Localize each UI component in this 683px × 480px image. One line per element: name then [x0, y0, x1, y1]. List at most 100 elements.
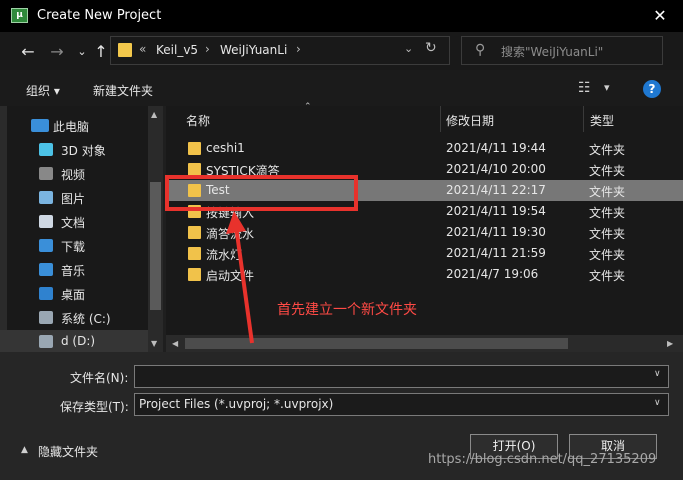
desktop-icon — [39, 287, 53, 300]
history-dropdown-icon[interactable]: ⌄ — [404, 42, 413, 55]
file-name: 滴答流水 — [206, 227, 255, 241]
scroll-up-icon[interactable]: ▲ — [151, 110, 157, 119]
sidebar-item[interactable]: 下载 — [0, 234, 148, 258]
search-placeholder: 搜索"WeiJiYuanLi" — [501, 45, 604, 59]
forward-button[interactable]: → — [47, 42, 67, 62]
filetype-label: 保存类型(T): — [60, 400, 129, 414]
new-folder-button[interactable]: 新建文件夹 — [93, 82, 153, 99]
table-row[interactable]: ceshi1 2021/4/11 19:44 文件夹 — [166, 138, 683, 159]
column-divider[interactable] — [583, 106, 584, 132]
sidebar-item[interactable]: 此电脑 — [0, 114, 148, 138]
sidebar-item-label: 音乐 — [61, 264, 86, 278]
search-icon: ⚲ — [475, 42, 486, 58]
sidebar-item[interactable]: 3D 对象 — [0, 138, 148, 162]
filetype-value: Project Files (*.uvproj; *.uvprojx) — [139, 397, 334, 411]
hide-folders-toggle[interactable]: 隐藏文件夹 — [38, 443, 98, 460]
video-icon — [39, 167, 53, 180]
folder-icon — [188, 268, 201, 281]
sidebar-item[interactable]: 桌面 — [0, 282, 148, 306]
file-date: 2021/4/11 22:17 — [446, 183, 546, 197]
column-header-name[interactable]: 名称 — [186, 112, 210, 129]
computer-icon — [31, 119, 49, 132]
folder-icon — [118, 43, 132, 57]
scroll-down-icon[interactable]: ▼ — [151, 339, 157, 348]
sidebar-item[interactable]: 视频 — [0, 162, 148, 186]
file-type: 文件夹 — [589, 185, 626, 199]
drive-icon — [39, 335, 53, 348]
table-row[interactable]: 滴答流水 2021/4/11 19:30 文件夹 — [166, 222, 683, 243]
filename-label: 文件名(N): — [70, 371, 129, 385]
file-type: 文件夹 — [589, 206, 626, 220]
folder-icon — [188, 226, 201, 239]
sidebar-item[interactable]: 文档 — [0, 210, 148, 234]
breadcrumb-separator[interactable]: › — [296, 42, 301, 56]
drive-icon — [39, 311, 53, 324]
watermark-text: https://blog.csdn.net/qq_27135209 — [428, 452, 657, 467]
back-button[interactable]: ← — [18, 42, 38, 62]
close-button[interactable]: ✕ — [646, 4, 674, 28]
organize-menu[interactable]: 组织 ▾ — [26, 82, 60, 99]
file-name: ceshi1 — [206, 141, 245, 155]
window-title: Create New Project — [37, 8, 162, 23]
column-header-date[interactable]: 修改日期 — [446, 112, 494, 129]
download-icon — [39, 239, 53, 252]
breadcrumb-weijiyuanli[interactable]: WeiJiYuanLi — [220, 43, 287, 57]
scroll-right-icon[interactable]: ▶ — [667, 339, 673, 348]
file-type: 文件夹 — [589, 248, 626, 262]
file-date: 2021/4/11 21:59 — [446, 246, 546, 260]
file-type: 文件夹 — [589, 269, 626, 283]
file-date: 2021/4/11 19:30 — [446, 225, 546, 239]
keil-app-icon: μ — [11, 8, 28, 23]
up-button[interactable]: ↑ — [91, 42, 111, 62]
file-name: 流水灯 — [206, 248, 243, 262]
help-icon[interactable]: ? — [643, 80, 661, 98]
sidebar-item[interactable]: 图片 — [0, 186, 148, 210]
table-row[interactable]: 启动文件 2021/4/7 19:06 文件夹 — [166, 264, 683, 285]
sidebar-item-label: 图片 — [61, 192, 86, 206]
collapse-icon[interactable]: ▲ — [21, 445, 28, 455]
breadcrumb-keil[interactable]: Keil_v5 — [156, 43, 198, 57]
sidebar-item-label: 视频 — [61, 168, 86, 182]
picture-icon — [39, 191, 53, 204]
annotation-highlight-box — [165, 175, 358, 211]
file-name: 启动文件 — [206, 269, 255, 283]
sidebar-item-label: d (D:) — [61, 334, 96, 348]
file-date: 2021/4/11 19:44 — [446, 141, 546, 155]
sort-ascending-icon: ⌃ — [304, 102, 312, 112]
view-options-icon[interactable]: ☷ — [578, 80, 591, 96]
view-options-caret[interactable]: ▾ — [604, 81, 610, 94]
filetype-dropdown-icon[interactable]: ∨ — [654, 398, 661, 408]
sidebar-item-label: 此电脑 — [53, 120, 90, 134]
annotation-text: 首先建立一个新文件夹 — [277, 302, 417, 318]
column-header-type[interactable]: 类型 — [590, 112, 614, 129]
breadcrumb-separator[interactable]: › — [205, 42, 210, 56]
music-icon — [39, 263, 53, 276]
sidebar-item-label: 桌面 — [61, 288, 86, 302]
recent-locations-dropdown[interactable]: ⌄ — [72, 42, 92, 62]
sidebar-item[interactable]: 系统 (C:) — [0, 306, 148, 330]
scroll-left-icon[interactable]: ◀ — [172, 339, 178, 348]
file-date: 2021/4/10 20:00 — [446, 162, 546, 176]
sidebar-item[interactable]: 音乐 — [0, 258, 148, 282]
file-type: 文件夹 — [589, 164, 626, 178]
table-row[interactable]: 流水灯 2021/4/11 21:59 文件夹 — [166, 243, 683, 264]
sidebar-item-label: 3D 对象 — [61, 144, 106, 158]
refresh-icon[interactable]: ↻ — [425, 40, 437, 56]
breadcrumb-overflow[interactable]: « — [139, 42, 146, 56]
sidebar-item-label: 系统 (C:) — [61, 312, 111, 326]
sidebar-item-label: 文档 — [61, 216, 86, 230]
scrollbar-thumb[interactable] — [150, 182, 161, 310]
file-type: 文件夹 — [589, 227, 626, 241]
file-type: 文件夹 — [589, 143, 626, 157]
scrollbar-thumb[interactable] — [185, 338, 568, 349]
file-date: 2021/4/7 19:06 — [446, 267, 539, 281]
sidebar-item[interactable]: d (D:) — [0, 330, 148, 354]
folder-icon — [188, 247, 201, 260]
filename-dropdown-icon[interactable]: ∨ — [654, 369, 661, 379]
column-divider[interactable] — [440, 106, 441, 132]
sidebar-item-label: 下载 — [61, 240, 86, 254]
document-icon — [39, 215, 53, 228]
folder-icon — [188, 142, 201, 155]
file-date: 2021/4/11 19:54 — [446, 204, 546, 218]
filename-input[interactable] — [134, 365, 669, 388]
